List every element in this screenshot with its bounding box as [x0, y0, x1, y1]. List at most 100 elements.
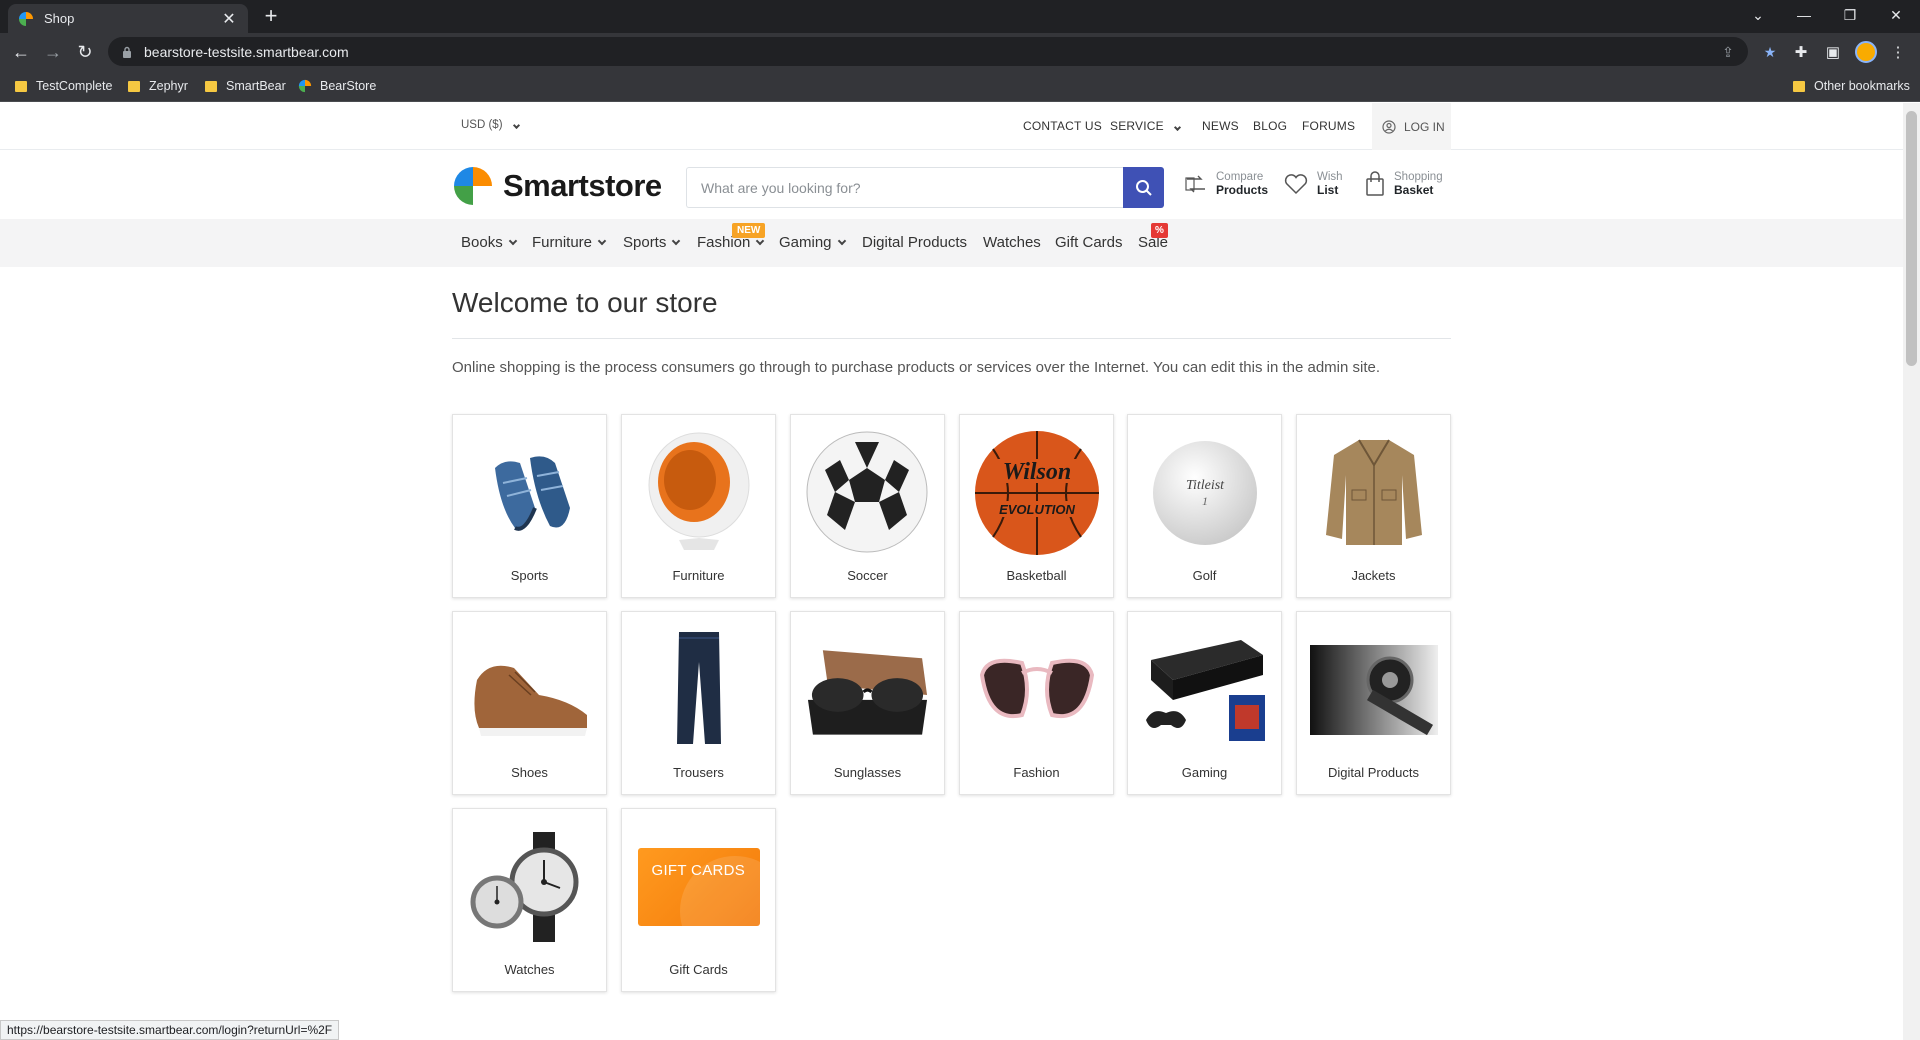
compare-products-link[interactable]: Compare Products [1184, 171, 1268, 197]
forward-icon[interactable]: → [39, 38, 67, 66]
category-tile-shoes[interactable]: Shoes [452, 611, 607, 795]
trousers-image [634, 622, 763, 757]
title-divider [452, 338, 1451, 339]
contact-us-link[interactable]: CONTACT US [1023, 119, 1102, 133]
news-link[interactable]: NEWS [1202, 119, 1239, 133]
other-bookmarks[interactable]: Other bookmarks [1793, 76, 1910, 96]
category-label: Gift Cards [669, 962, 728, 977]
category-label: Jackets [1351, 568, 1396, 583]
service-menu[interactable]: SERVICE [1110, 119, 1182, 133]
category-tile-soccer[interactable]: Soccer [790, 414, 945, 598]
wishlist-label-2: List [1317, 183, 1339, 197]
site-header: Smartstore Compare Products [0, 151, 1903, 219]
folder-icon [128, 80, 140, 92]
category-label: Sports [510, 568, 549, 583]
share-icon[interactable]: ⇪ [1718, 42, 1738, 62]
search-button[interactable] [1123, 167, 1164, 208]
folder-icon [1793, 80, 1805, 92]
category-label: Fashion [1013, 765, 1060, 780]
close-window-icon[interactable]: ✕ [1874, 0, 1918, 30]
category-tile-sports[interactable]: Sports [452, 414, 607, 598]
side-panel-icon[interactable]: ▣ [1822, 41, 1844, 63]
nav-sports[interactable]: Sports [623, 234, 681, 251]
category-tile-digital-products[interactable]: Digital Products [1296, 611, 1451, 795]
currency-selector[interactable]: USD ($) [461, 119, 520, 131]
browser-tab-bar: Shop ✕ + ⌄ — ❐ ✕ [0, 0, 1920, 33]
category-label: Golf [1192, 568, 1217, 583]
shopping-basket-link[interactable]: Shopping Basket [1364, 171, 1443, 197]
category-tile-jackets[interactable]: Jackets [1296, 414, 1451, 598]
login-link[interactable]: LOG IN [1372, 103, 1451, 150]
category-tile-gift-cards[interactable]: GIFT CARDS Gift Cards [621, 808, 776, 992]
reload-icon[interactable]: ↻ [71, 38, 99, 66]
nav-label: Books [461, 234, 503, 251]
fashion-sunglasses-image [972, 622, 1101, 757]
soccer-ball-image [803, 425, 932, 560]
nav-gift-cards[interactable]: Gift Cards [1055, 234, 1123, 251]
category-tile-trousers[interactable]: Trousers [621, 611, 776, 795]
sports-shoes-image [465, 425, 594, 560]
page-scrollbar[interactable] [1903, 103, 1920, 1040]
compare-icon [1185, 175, 1205, 193]
category-tile-fashion[interactable]: Fashion [959, 611, 1114, 795]
tab-close-icon[interactable]: ✕ [220, 9, 238, 29]
nav-digital-products[interactable]: Digital Products [862, 234, 967, 251]
nav-gaming[interactable]: Gaming [779, 234, 846, 251]
bookmark-star-icon[interactable]: ★ [1760, 42, 1780, 62]
nav-label: Furniture [532, 234, 593, 251]
egg-chair-image [634, 425, 763, 560]
minimize-icon[interactable]: — [1782, 0, 1826, 30]
new-tab-icon[interactable]: + [258, 4, 284, 30]
back-icon[interactable]: ← [7, 38, 35, 66]
game-console-image [1140, 622, 1269, 757]
category-label: Gaming [1181, 765, 1228, 780]
category-label: Furniture [672, 568, 725, 583]
bookmark-smartbear[interactable]: SmartBear [205, 76, 286, 96]
restore-icon[interactable]: ❐ [1828, 0, 1872, 30]
category-tile-gaming[interactable]: Gaming [1127, 611, 1282, 795]
nav-label: Sports [623, 234, 667, 251]
bookmark-testcomplete[interactable]: TestComplete [15, 76, 112, 96]
shoe-image [465, 622, 594, 757]
gift-card-text: GIFT CARDS [651, 861, 746, 879]
forums-link[interactable]: FORUMS [1302, 119, 1355, 133]
bookmark-zephyr[interactable]: Zephyr [128, 76, 188, 96]
bookmark-bearstore[interactable]: BearStore [298, 76, 376, 96]
currency-label: USD ($) [461, 119, 503, 131]
golf-ball-image: Titleist 1 [1140, 425, 1269, 560]
user-icon [1382, 119, 1396, 134]
category-label: Sunglasses [833, 765, 902, 780]
search-input[interactable] [686, 167, 1123, 208]
tab-search-icon[interactable]: ⌄ [1736, 0, 1780, 30]
search-icon [1135, 179, 1152, 196]
smartstore-favicon-icon [298, 79, 312, 93]
category-tile-golf[interactable]: Titleist 1 Golf [1127, 414, 1282, 598]
gift-card-graphic: GIFT CARDS [637, 847, 760, 926]
page-title: Welcome to our store [452, 287, 718, 318]
nav-furniture[interactable]: Furniture [532, 234, 607, 251]
sale-badge: % [1151, 223, 1168, 238]
address-bar[interactable]: bearstore-testsite.smartbear.com ⇪ ★ [108, 37, 1776, 66]
tab-title: Shop [44, 11, 75, 26]
browser-toolbar: ← → ↻ bearstore-testsite.smartbear.com ⇪… [0, 33, 1920, 70]
wishlist-link[interactable]: Wish List [1283, 171, 1343, 197]
extensions-icon[interactable]: ✚ [1790, 41, 1812, 63]
basket-label-2: Basket [1394, 183, 1434, 197]
nav-label: Gaming [779, 234, 832, 251]
category-tile-sunglasses[interactable]: Sunglasses [790, 611, 945, 795]
category-tile-furniture[interactable]: Furniture [621, 414, 776, 598]
browser-tab[interactable]: Shop ✕ [8, 4, 248, 33]
url-text: bearstore-testsite.smartbear.com [144, 43, 349, 60]
blog-link[interactable]: BLOG [1253, 119, 1287, 133]
scrollbar-thumb[interactable] [1906, 111, 1917, 366]
menu-icon[interactable]: ⋮ [1887, 41, 1909, 63]
lock-icon [123, 46, 131, 58]
nav-watches[interactable]: Watches [983, 234, 1041, 251]
profile-avatar[interactable] [1855, 41, 1877, 63]
category-label: Basketball [1006, 568, 1067, 583]
category-tile-watches[interactable]: Watches [452, 808, 607, 992]
site-logo[interactable]: Smartstore [452, 165, 662, 207]
nav-books[interactable]: Books [461, 234, 517, 251]
new-badge: NEW [732, 223, 766, 238]
category-tile-basketball[interactable]: Wilson EVOLUTION Basketball [959, 414, 1114, 598]
